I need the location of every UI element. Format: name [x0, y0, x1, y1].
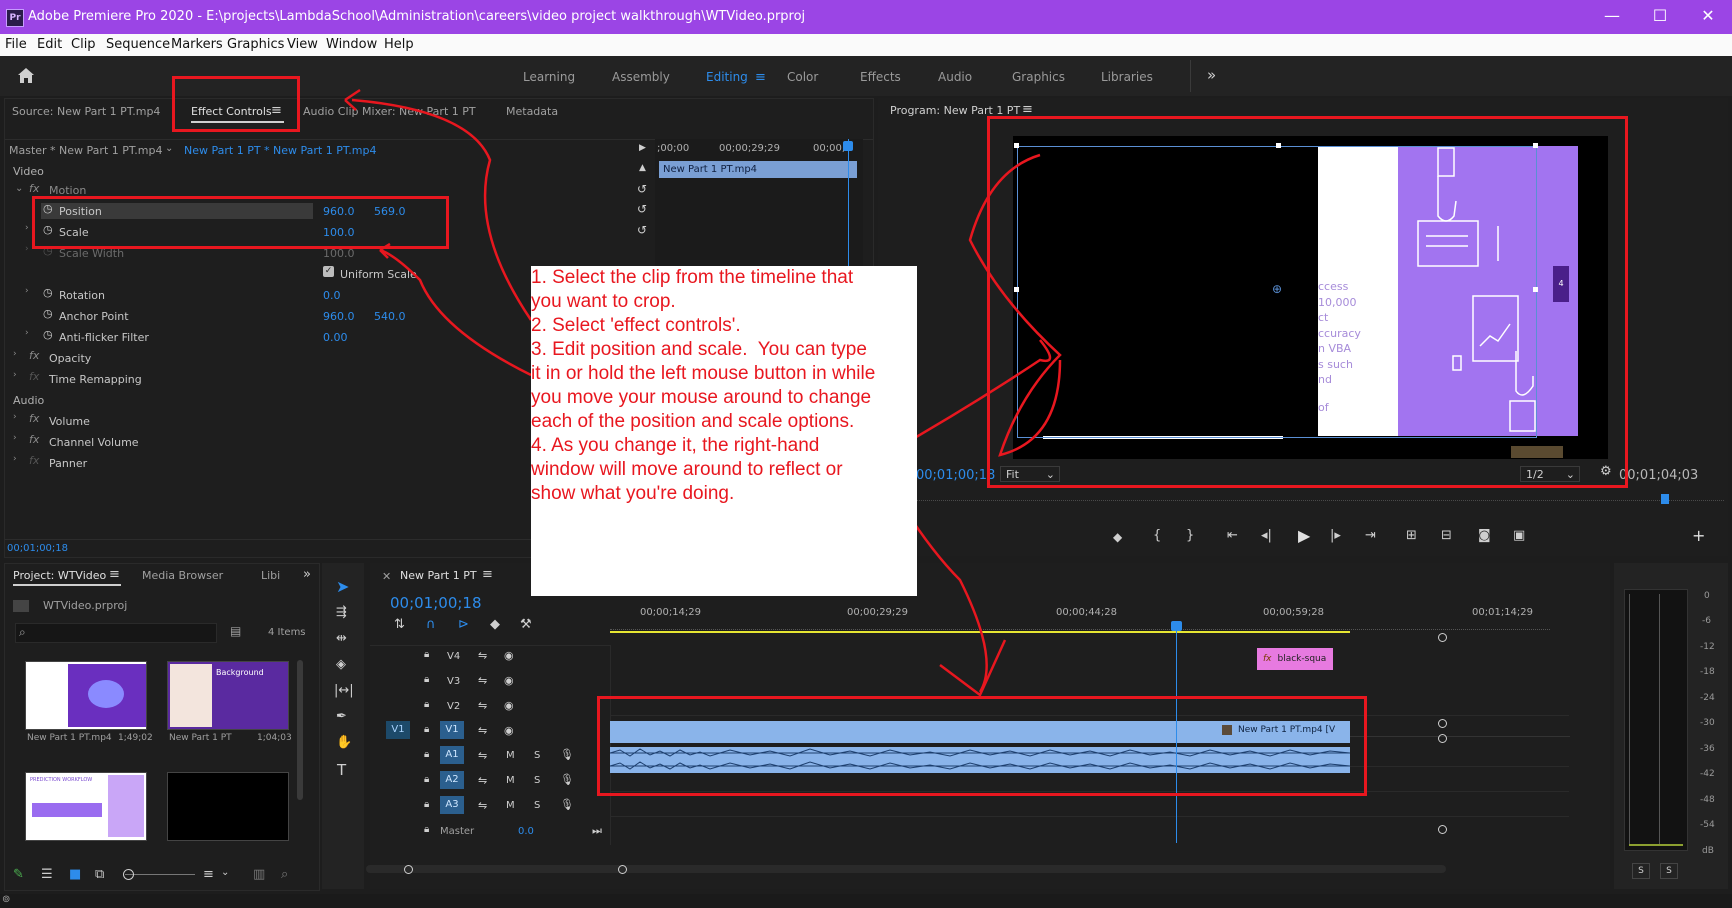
note-line: each of the position and scale options.	[531, 411, 855, 432]
note-line: you want to crop.	[531, 291, 676, 312]
instruction-note: 1. Select the clip from the timeline tha…	[531, 266, 917, 596]
note-line: you move your mouse around to change	[531, 387, 872, 408]
note-line: window will move around to reflect or	[531, 459, 843, 480]
arrow-to-effect-controls	[351, 98, 533, 321]
note-line: 3. Edit position and scale. You can type	[531, 339, 867, 360]
note-line: show what you're doing.	[531, 483, 735, 504]
note-line: 1. Select the clip from the timeline tha…	[531, 267, 854, 288]
note-line: it in or hold the left mouse button in w…	[531, 363, 876, 384]
arrow-to-position	[379, 248, 532, 377]
note-line: 2. Select 'effect controls'.	[531, 315, 741, 336]
arrow-scribble-program	[968, 153, 1062, 457]
note-line: 4. As you change it, the right-hand	[531, 435, 820, 456]
